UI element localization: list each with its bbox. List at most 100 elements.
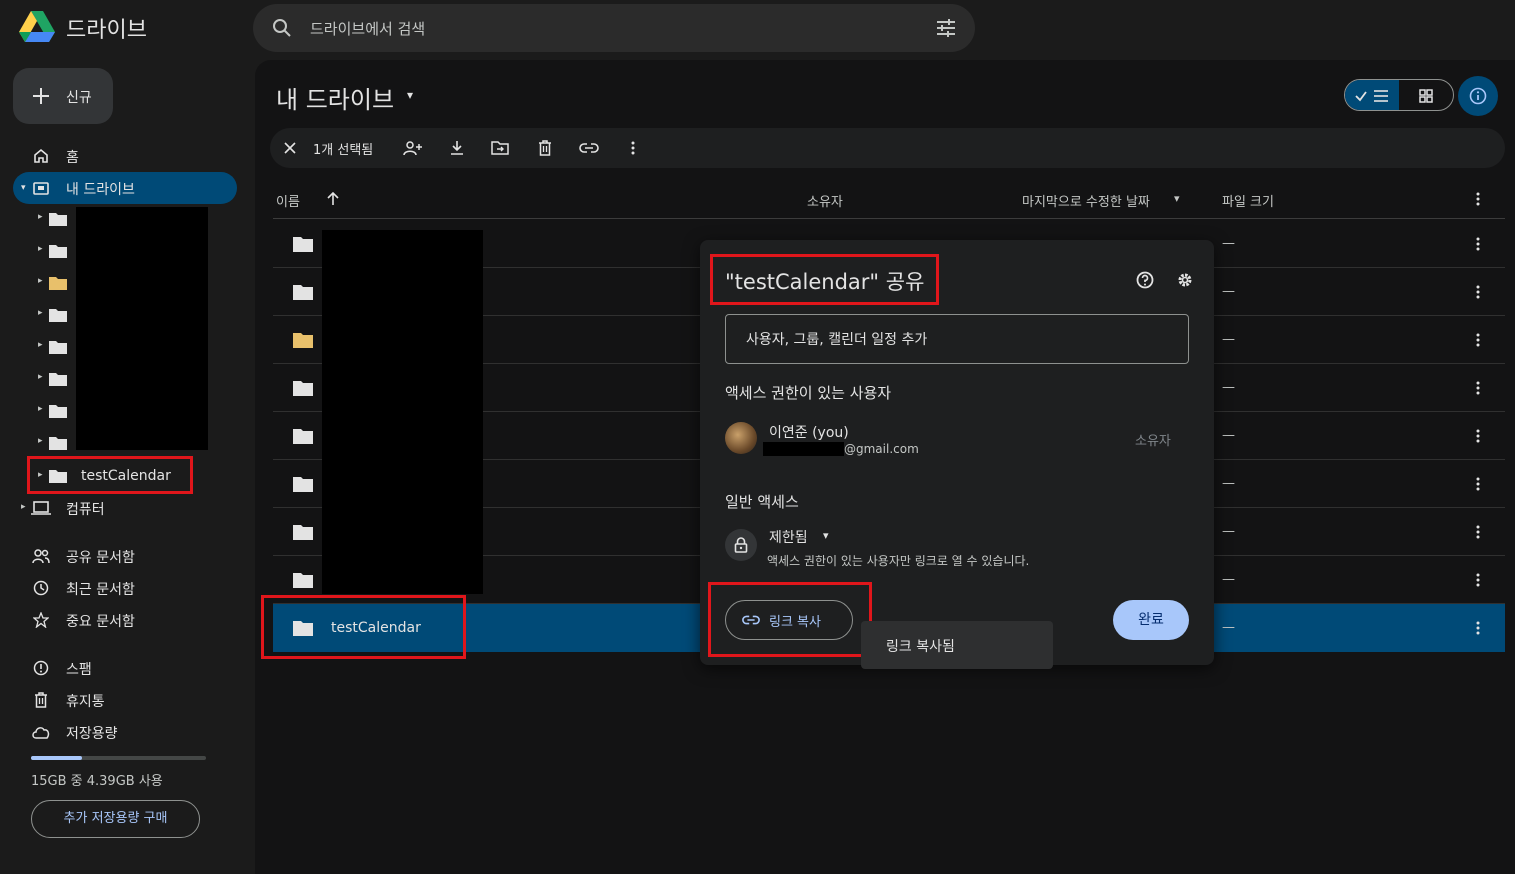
file-size-cell: — [1222, 572, 1235, 587]
folder-icon[interactable] [48, 434, 68, 452]
cloud-icon [30, 722, 52, 742]
download-icon[interactable] [447, 138, 467, 158]
folder-icon[interactable] [48, 242, 68, 260]
file-size-cell: — [1222, 380, 1235, 395]
redacted-area [76, 207, 208, 450]
snackbar-text: 링크 복사됨 [886, 639, 955, 655]
folder-icon[interactable] [292, 379, 314, 397]
drive-logo-icon[interactable] [18, 10, 56, 44]
user-name: 이연준 (you) [769, 425, 849, 441]
general-access-heading: 일반 액세스 [725, 493, 799, 511]
new-button[interactable] [13, 68, 113, 124]
more-vert-icon[interactable] [1470, 572, 1486, 588]
folder-icon[interactable] [48, 370, 68, 388]
page-title[interactable]: 내 드라이브 [276, 80, 394, 115]
file-size-cell: — [1222, 476, 1235, 491]
folder-icon[interactable] [292, 571, 314, 589]
sidebar-item-computers[interactable]: 컴퓨터 [66, 499, 105, 519]
sidebar-item-spam[interactable]: 스팸 [66, 659, 92, 679]
close-icon[interactable] [280, 138, 300, 158]
move-icon[interactable] [490, 138, 510, 158]
expand-arrow-icon[interactable]: ▸ [38, 244, 43, 254]
more-vert-icon[interactable] [1470, 476, 1486, 492]
sidebar-item-my-drive-label: 내 드라이브 [66, 182, 135, 198]
highlight-box [261, 595, 466, 659]
expand-arrow-icon[interactable]: ▸ [21, 502, 26, 512]
folder-icon[interactable] [292, 475, 314, 493]
restriction-description: 액세스 권한이 있는 사용자만 링크로 열 수 있습니다. [767, 554, 1030, 568]
more-vert-icon[interactable] [1470, 524, 1486, 540]
folder-icon[interactable] [48, 274, 68, 292]
help-icon[interactable] [1135, 270, 1155, 290]
folder-icon[interactable] [48, 338, 68, 356]
user-email: @gmail.com [844, 442, 919, 456]
expand-arrow-icon[interactable]: ▸ [38, 404, 43, 414]
column-header-name[interactable]: 이름 [276, 191, 300, 210]
expand-arrow-icon[interactable]: ▸ [38, 340, 43, 350]
info-icon [1466, 84, 1490, 108]
lock-icon [731, 535, 751, 555]
done-button[interactable]: 완료 [1113, 600, 1189, 640]
add-people-placeholder: 사용자, 그룹, 캘린더 일정 추가 [746, 332, 928, 348]
sort-arrow-up-icon[interactable] [324, 190, 342, 208]
app-title[interactable]: 드라이브 [66, 12, 147, 44]
trash-icon[interactable] [535, 138, 555, 158]
sidebar-item-starred[interactable]: 중요 문서함 [66, 611, 135, 631]
folder-icon[interactable] [292, 523, 314, 541]
folder-icon[interactable] [292, 235, 314, 253]
user-role: 소유자 [1135, 434, 1171, 449]
expand-arrow-icon[interactable]: ▸ [38, 372, 43, 382]
selection-count: 1개 선택됨 [313, 143, 374, 158]
expand-arrow-icon[interactable]: ▸ [38, 308, 43, 318]
more-vert-icon[interactable] [1470, 380, 1486, 396]
sidebar-item-storage[interactable]: 저장용량 [66, 723, 118, 743]
more-vert-icon[interactable] [1470, 332, 1486, 348]
file-size-cell: — [1222, 284, 1235, 299]
folder-icon[interactable] [48, 306, 68, 324]
folder-icon[interactable] [48, 210, 68, 228]
more-vert-icon[interactable] [1470, 428, 1486, 444]
my-drive-icon [31, 178, 51, 198]
highlight-box [710, 254, 939, 305]
expand-arrow-icon[interactable]: ▸ [38, 276, 43, 286]
grid-view-icon[interactable] [1416, 86, 1436, 106]
spam-icon [31, 658, 51, 678]
file-size-cell: — [1222, 236, 1235, 251]
sidebar-item-trash[interactable]: 휴지통 [66, 691, 105, 711]
folder-icon[interactable] [292, 283, 314, 301]
avatar [725, 422, 757, 454]
folder-icon[interactable] [292, 427, 314, 445]
more-vert-icon[interactable] [1470, 236, 1486, 252]
share-person-icon[interactable] [402, 138, 424, 158]
expand-arrow-icon[interactable]: ▸ [38, 436, 43, 446]
search-icon[interactable] [270, 16, 294, 40]
expand-arrow-icon[interactable]: ▾ [21, 183, 26, 193]
folder-icon[interactable] [292, 331, 314, 349]
sidebar-item-recent[interactable]: 최근 문서함 [66, 579, 135, 599]
expand-arrow-icon[interactable]: ▸ [38, 212, 43, 222]
gear-icon[interactable] [1175, 270, 1195, 290]
new-button-label: 신규 [66, 90, 92, 106]
highlight-box [27, 456, 193, 494]
dropdown-arrow-icon[interactable]: ▾ [823, 529, 829, 542]
sidebar-item-shared[interactable]: 공유 문서함 [66, 547, 135, 567]
column-header-modified[interactable]: 마지막으로 수정한 날짜 [1022, 191, 1150, 210]
dropdown-arrow-icon[interactable]: ▾ [1174, 192, 1180, 205]
sidebar-item-home[interactable]: 홈 [66, 147, 79, 167]
restriction-select[interactable]: 제한됨 [769, 527, 808, 547]
buy-storage-button[interactable]: 추가 저장용량 구매 [31, 800, 200, 838]
dropdown-arrow-icon[interactable]: ▾ [407, 88, 413, 102]
column-header-size[interactable]: 파일 크기 [1222, 191, 1274, 210]
file-size-cell: — [1222, 332, 1235, 347]
more-vert-icon[interactable] [1470, 284, 1486, 300]
more-vert-icon[interactable] [1470, 620, 1486, 636]
search-options-icon[interactable] [934, 16, 958, 40]
more-vert-icon[interactable] [1470, 190, 1486, 208]
link-icon[interactable] [578, 138, 600, 158]
more-vert-icon[interactable] [623, 138, 643, 158]
column-header-owner[interactable]: 소유자 [807, 191, 843, 210]
home-icon [31, 146, 51, 166]
folder-icon[interactable] [48, 402, 68, 420]
file-size-cell: — [1222, 524, 1235, 539]
search-input[interactable]: 드라이브에서 검색 [310, 18, 425, 39]
